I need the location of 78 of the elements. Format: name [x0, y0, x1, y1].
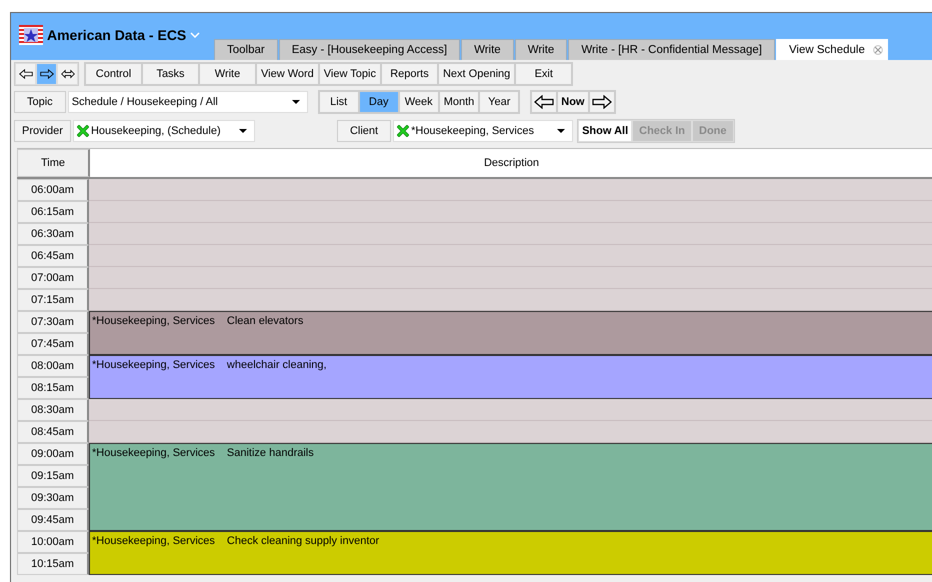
toolbar-button[interactable]: View Word — [256, 63, 319, 85]
dropdown-arrow-icon[interactable] — [557, 129, 566, 133]
cross-icon — [397, 125, 410, 137]
event-description: Clean elevators — [226, 315, 304, 327]
time-cell: 10:00am — [17, 531, 89, 553]
nav-button[interactable] — [15, 63, 36, 85]
event-client: *Housekeeping, Services — [92, 447, 215, 459]
provider-button[interactable]: Provider — [14, 120, 71, 142]
time-cell: 07:00am — [17, 267, 89, 289]
nav-button[interactable] — [57, 63, 78, 85]
dropdown-arrow-icon[interactable] — [238, 129, 247, 133]
time-cell: 08:45am — [17, 421, 89, 443]
time-cell: 07:45am — [17, 333, 89, 355]
tab[interactable]: Write - [HR - Confidential Message] — [568, 39, 775, 60]
flag-logo-icon — [19, 25, 43, 45]
right-arrow-icon — [592, 95, 612, 109]
left-arrow-icon — [534, 95, 554, 109]
time-cell: 09:15am — [17, 465, 89, 487]
time-cell: 06:00am — [17, 179, 89, 201]
time-cell: 08:30am — [17, 399, 89, 421]
now-button[interactable]: Now — [557, 91, 588, 113]
chevron-down-icon[interactable] — [190, 32, 200, 38]
next-button[interactable] — [588, 91, 614, 113]
time-cell: 06:45am — [17, 245, 89, 267]
time-cell: 07:30am — [17, 311, 89, 333]
right-arrow-icon — [40, 69, 54, 79]
event-description: Sanitize handrails — [226, 447, 314, 459]
event-cell[interactable]: *Housekeeping, Services Sanitize handrails — [89, 443, 932, 531]
tab[interactable]: Toolbar — [214, 39, 278, 60]
toolbar-button[interactable]: Next Opening — [438, 63, 516, 85]
view-tab[interactable]: Week — [398, 91, 439, 113]
event-client: *Housekeeping, Services — [92, 315, 215, 327]
event-cell[interactable]: *Housekeeping, Services wheelchair cleaning, — [89, 355, 932, 399]
time-cell: 06:15am — [17, 201, 89, 223]
toolbar-button[interactable]: Write — [199, 63, 256, 85]
close-icon[interactable] — [872, 45, 883, 55]
topic-dropdown[interactable]: Schedule / Housekeeping / All — [68, 91, 308, 113]
time-cell: 10:15am — [17, 553, 89, 575]
event-cell[interactable]: *Housekeeping, Services Clean elevators — [89, 311, 932, 355]
tab[interactable]: Easy - [Housekeeping Access] — [278, 39, 460, 60]
tab[interactable]: Write — [461, 39, 514, 60]
nav-button[interactable] — [36, 63, 57, 85]
left-arrow-icon — [18, 69, 32, 79]
event-description: Check cleaning supply inventor — [226, 535, 380, 547]
column-header[interactable]: Time — [17, 149, 90, 177]
view-tab[interactable]: List — [318, 91, 359, 113]
window-title: American Data - ECS — [47, 27, 186, 43]
client-dropdown[interactable]: *Housekeeping, Services — [393, 120, 574, 142]
toolbar-button[interactable]: Reports — [380, 63, 438, 85]
provider-dropdown[interactable]: Housekeeping, (Schedule) — [72, 120, 255, 142]
topic-button[interactable]: Topic — [14, 91, 66, 113]
time-cell: 08:00am — [17, 355, 89, 377]
time-cell: 09:00am — [17, 443, 89, 465]
column-header[interactable]: Description — [90, 149, 932, 177]
toolbar-button[interactable]: Tasks — [142, 63, 199, 85]
double-arrow-icon — [60, 69, 74, 79]
toolbar-button[interactable]: View Topic — [318, 63, 381, 85]
view-tab[interactable]: Month — [438, 91, 480, 113]
time-cell: 09:45am — [17, 509, 89, 531]
tab[interactable]: Write — [514, 39, 568, 60]
event-client: *Housekeeping, Services — [92, 359, 215, 371]
event-client: *Housekeeping, Services — [92, 535, 215, 547]
tab[interactable]: View Schedule — [776, 39, 888, 60]
time-cell: 09:30am — [17, 487, 89, 509]
client-button[interactable]: Client — [336, 120, 392, 142]
toolbar-button[interactable]: Control — [85, 63, 142, 85]
view-tab[interactable]: Day — [358, 91, 399, 113]
cross-icon — [76, 125, 89, 137]
view-tab[interactable]: Year — [479, 91, 520, 113]
previous-button[interactable] — [531, 91, 558, 113]
time-cell: 08:15am — [17, 377, 89, 399]
toolbar-button[interactable]: Exit — [515, 63, 572, 85]
event-cell[interactable]: *Housekeeping, Services Check cleaning supply inventor — [89, 531, 932, 575]
filter-button[interactable]: Show All — [578, 120, 632, 142]
time-cell: 07:15am — [17, 289, 89, 311]
event-description: wheelchair cleaning, — [226, 359, 327, 371]
time-cell: 06:30am — [17, 223, 89, 245]
dropdown-arrow-icon[interactable] — [292, 100, 300, 104]
